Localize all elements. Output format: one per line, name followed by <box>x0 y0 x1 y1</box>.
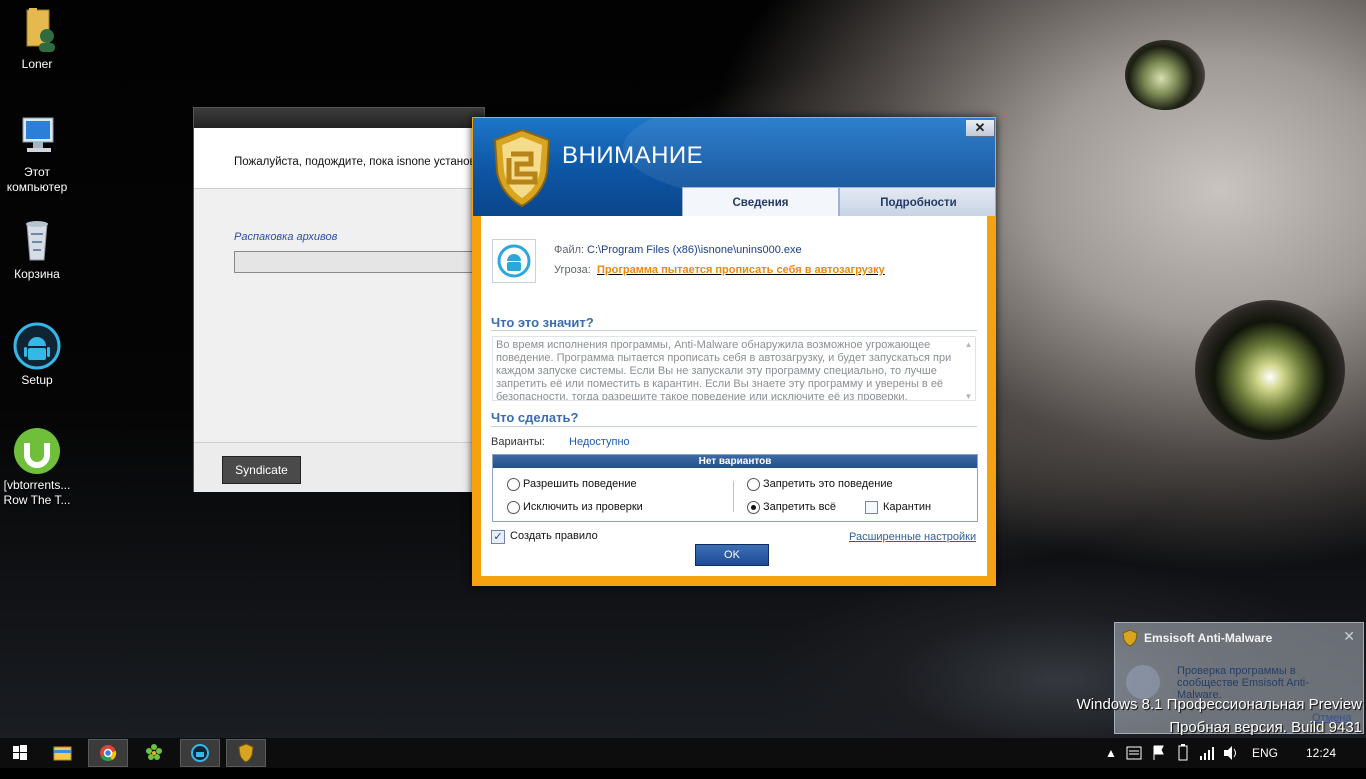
dialog-body: Файл: C:\Program Files (x86)\isnone\unin… <box>481 216 987 576</box>
section-divider <box>491 426 977 427</box>
wallpaper-eye-bottom <box>1195 300 1345 440</box>
tray-clock[interactable]: 12:24 <box>1306 738 1336 768</box>
description-text: Во время исполнения программы, Anti-Malw… <box>496 339 952 401</box>
desktop-icon-label: Корзина <box>14 267 60 281</box>
desktop-icon-label: Setup <box>21 373 53 387</box>
radio-allow[interactable] <box>507 478 520 491</box>
options-header: Нет вариантов <box>493 455 977 468</box>
recycle-bin-icon <box>13 216 61 264</box>
shield-icon <box>238 743 254 763</box>
desktop-icon-loner[interactable]: Loner <box>0 6 74 72</box>
taskbar-setup[interactable] <box>180 739 220 767</box>
android-setup-icon <box>13 322 61 370</box>
installer-titlebar[interactable] <box>194 108 484 128</box>
desktop-icon-setup[interactable]: Setup <box>0 322 74 388</box>
threat-label: Угроза: <box>554 264 591 276</box>
desktop-icon-label: Этот компьютер <box>6 165 68 194</box>
tray-language[interactable]: ENG <box>1252 738 1278 768</box>
radio-deny-behavior[interactable] <box>747 478 760 491</box>
option-label: Запретить это поведение <box>763 478 893 490</box>
tray-keyboard-icon[interactable] <box>1126 738 1142 768</box>
quarantine-checkbox[interactable] <box>865 501 878 514</box>
desktop-icon-this-pc[interactable]: Этот компьютер <box>0 114 74 195</box>
meaning-title: Что это значит? <box>491 315 594 330</box>
tray-flag-icon[interactable] <box>1152 738 1166 768</box>
taskbar-chrome[interactable] <box>88 739 128 767</box>
shield-icon <box>493 128 551 208</box>
tray-show-hidden-icon[interactable]: ▲ <box>1105 738 1117 768</box>
file-path: C:\Program Files (x86)\isnone\unins000.e… <box>587 244 802 256</box>
file-label: Файл: <box>554 244 585 256</box>
taskbar: ▲ ENG 12:24 <box>0 738 1366 768</box>
close-icon: ✕ <box>974 120 986 135</box>
tray-signal-icon[interactable] <box>1198 738 1216 768</box>
android-setup-icon <box>191 744 209 762</box>
syndicate-button[interactable]: Syndicate <box>222 456 301 484</box>
create-rule-label: Создать правило <box>510 530 598 542</box>
description-box[interactable]: Во время исполнения программы, Anti-Malw… <box>492 336 976 401</box>
taskbar-emsisoft[interactable] <box>226 739 266 767</box>
utorrent-icon <box>13 427 61 475</box>
tab-details[interactable]: Сведения <box>682 187 839 216</box>
file-android-icon <box>492 239 536 283</box>
installer-window: Пожалуйста, подождите, пока isnone устан… <box>193 107 486 492</box>
action-title: Что сделать? <box>491 410 579 425</box>
installer-message: Пожалуйста, подождите, пока isnone устан… <box>234 156 483 168</box>
desktop-icon-label: [vbtorrents... Row The T... <box>3 478 71 507</box>
variants-value: Недоступно <box>569 436 630 448</box>
option-label: Карантин <box>883 501 932 513</box>
desktop-icon-utorrent[interactable]: [vbtorrents... Row The T... <box>0 427 74 508</box>
radio-exclude[interactable] <box>507 501 520 514</box>
variants-label: Варианты: <box>491 436 545 448</box>
taskbar-explorer[interactable] <box>42 739 82 767</box>
create-rule-checkbox[interactable]: ✓ <box>491 530 505 544</box>
chrome-icon <box>100 745 117 762</box>
installer-progress-bar <box>234 251 486 273</box>
desktop-icon-label: Loner <box>21 57 53 71</box>
advanced-settings-link[interactable]: Расширенные настройки <box>849 531 976 543</box>
close-button[interactable]: ✕ <box>965 119 995 137</box>
desktop-icon-recycle-bin[interactable]: Корзина <box>0 216 74 282</box>
windows-watermark-line2: Пробная версия. Build 9431 <box>1169 719 1362 736</box>
start-button[interactable] <box>0 739 40 767</box>
option-label: Запретить всё <box>763 501 836 513</box>
tab-more-details[interactable]: Подробности <box>839 187 995 216</box>
alert-dialog: ВНИМАНИЕ Сведения Подробности ✕ Файл: C:… <box>472 117 996 586</box>
taskbar-icq[interactable] <box>134 739 174 767</box>
wallpaper-eye-top <box>1125 40 1205 110</box>
ok-button[interactable]: OK <box>695 544 769 566</box>
shield-icon <box>1122 629 1138 647</box>
dialog-header: ВНИМАНИЕ Сведения Подробности <box>473 118 995 216</box>
tray-volume-icon[interactable] <box>1222 738 1240 768</box>
windows-watermark-line1: Windows 8.1 Профессиональная Preview <box>1076 696 1362 713</box>
radio-deny-all[interactable] <box>747 501 760 514</box>
windows-logo-icon <box>13 745 27 760</box>
options-group: Нет вариантов Разрешить поведение Исключ… <box>492 454 978 522</box>
installer-stage-label: Распаковка архивов <box>234 231 338 243</box>
computer-icon <box>13 114 61 162</box>
option-label: Разрешить поведение <box>523 478 637 490</box>
installer-header: Пожалуйста, подождите, пока isnone устан… <box>194 128 484 189</box>
options-separator <box>733 481 734 512</box>
installer-footer: Syndicate <box>194 442 484 492</box>
tray-battery-icon[interactable] <box>1176 738 1190 768</box>
emsisoft-notification[interactable]: Emsisoft Anti-Malware ✕ Проверка програм… <box>1114 622 1364 734</box>
threat-text: Программа пытается прописать себя в авто… <box>597 264 885 276</box>
option-label: Исключить из проверки <box>523 501 643 513</box>
section-divider <box>491 330 977 331</box>
user-folder-icon <box>13 6 61 54</box>
dialog-title: ВНИМАНИЕ <box>562 142 704 169</box>
notification-title: Emsisoft Anti-Malware <box>1144 631 1273 645</box>
notification-close-icon[interactable]: ✕ <box>1343 628 1355 645</box>
folder-icon <box>53 746 72 761</box>
info-icon <box>1126 665 1160 699</box>
icq-flower-icon <box>146 744 162 760</box>
description-scrollbar[interactable]: ▲ ▼ <box>963 338 974 400</box>
